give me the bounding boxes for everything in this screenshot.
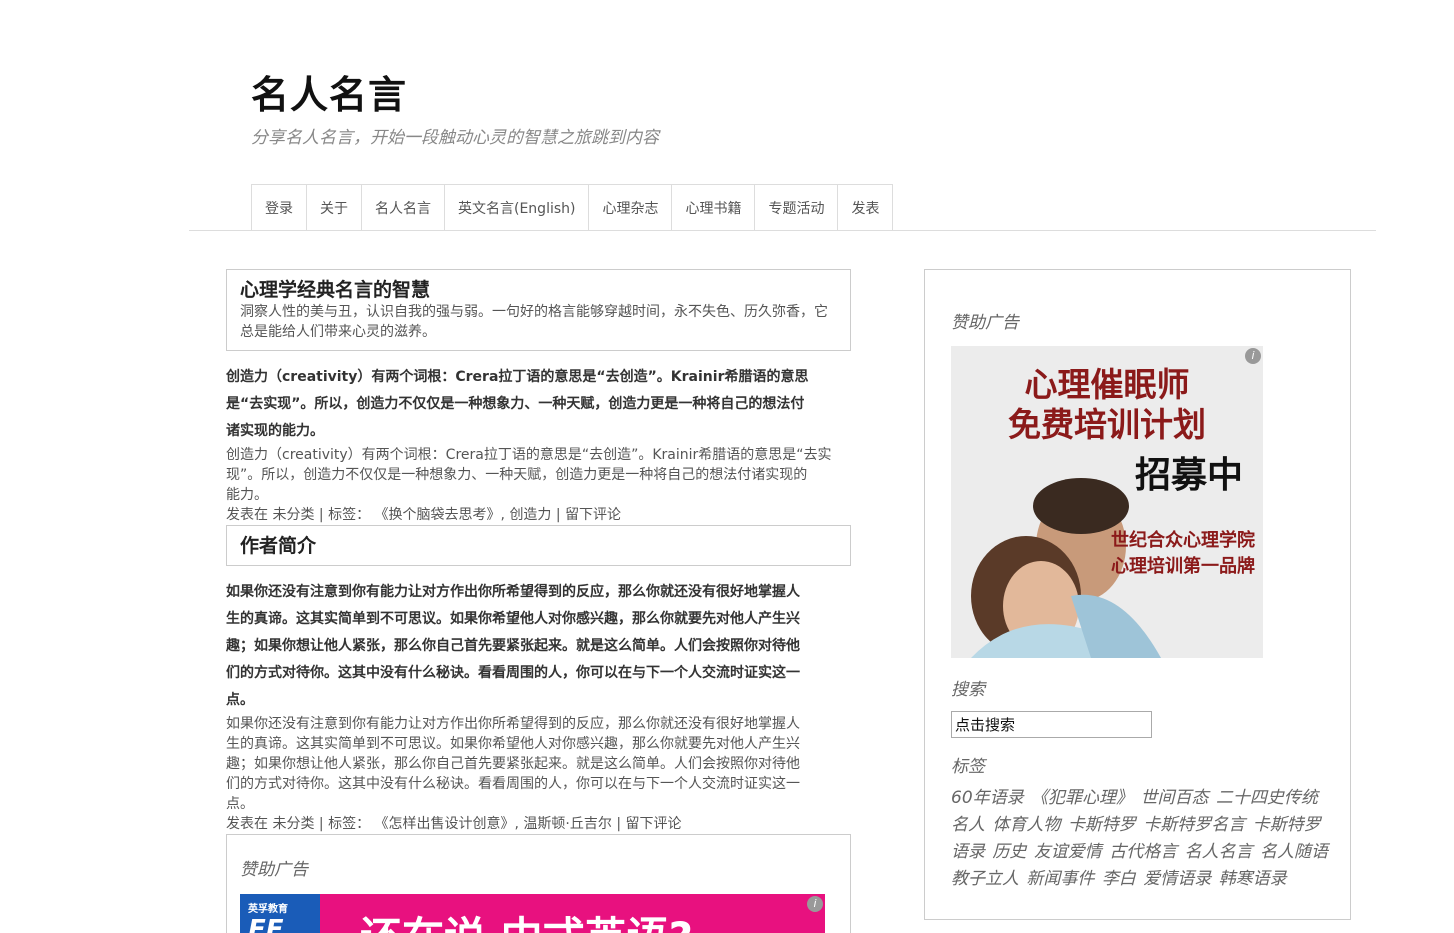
tag-item[interactable]: 教子立人 (951, 869, 1019, 889)
post2-body-line: 们的方式对待你。这其中没有什么秘诀。看看周围的人，你可以在与下一个人交流时证实这… (226, 776, 800, 792)
tag-item[interactable]: 爱情语录 (1143, 869, 1211, 889)
ef-ad-banner[interactable]: 英孚教育 EF 还在说 中式英语? i (240, 894, 825, 933)
ef-logo: 英孚教育 EF (240, 894, 320, 933)
post1-body-line: 创造力（creativity）有两个词根：Crera拉丁语的意思是“去创造”。K… (226, 447, 832, 463)
post2-excerpt-line: 如果你还没有注意到你有能力让对方作出你所希望得到的反应，那么你就还没有很好地掌握… (226, 584, 800, 600)
post1-body-line: 能力。 (226, 487, 268, 503)
ad-headline: 还在说 中式英语? (360, 904, 693, 933)
post2-body-line: 趣；如果你想让他人紧张，那么你自己首先要紧张起来。就是这么简单。人们会按照你对待… (226, 756, 800, 772)
meta-separator: | (314, 816, 329, 832)
ad-brand1: 世纪合众心理学院 (1111, 530, 1255, 551)
ad-info-icon[interactable]: i (807, 896, 823, 912)
tags-title: 标签 (951, 757, 985, 777)
nav-item-magazine[interactable]: 心理杂志 (589, 184, 673, 231)
post1-excerpt-line: 是“去实现”。所以，创造力不仅仅是一种想象力、一种天赋，创造力更是一种将自己的想… (226, 396, 805, 412)
site-header: 名人名言 分享名人名言，开始一段触动心灵的智慧之旅跳到内容 登录 关于 名人名言… (0, 0, 1454, 231)
ad-info-icon[interactable]: i (1245, 348, 1261, 364)
intro-text: 洞察人性的美与丑，认识自我的强与弱。一句好的格言能够穿越时间，永不失色、历久弥香… (240, 304, 828, 340)
post2-body-line: 如果你还没有注意到你有能力让对方作出你所希望得到的反应，那么你就还没有很好地掌握… (226, 716, 800, 732)
comment-link[interactable]: 留下评论 (626, 816, 682, 832)
tag-item[interactable]: 历史 (992, 842, 1026, 862)
ef-logo-big-text: EF (248, 915, 284, 933)
tag-item[interactable]: 古代格言 (1109, 842, 1177, 862)
hypnotist-ad[interactable]: 心理催眠师 免费培训计划 招募中 世纪合众心理学院 心理培训第一品牌 i (951, 346, 1263, 658)
tag-item[interactable]: 世间百态 (1140, 788, 1208, 808)
tag-link[interactable]: 《换个脑袋去思考》 (375, 507, 501, 523)
category-link[interactable]: 未分类 (272, 816, 314, 832)
post2-excerpt[interactable]: 如果你还没有注意到你有能力让对方作出你所希望得到的反应，那么你就还没有很好地掌握… (226, 579, 851, 714)
header-divider (189, 230, 1376, 231)
post1-body-line: 现”。所以，创造力不仅仅是一种想象力、一种天赋，创造力更是一种将自己的想法付诸实… (226, 467, 808, 483)
post2-meta: 发表在 未分类 | 标签： 《怎样出售设计创意》, 温斯顿·丘吉尔 | 留下评论 (226, 816, 682, 832)
post2-excerpt-line: 们的方式对待你。这其中没有什么秘诀。看看周围的人，你可以在与下一个人交流时证实这… (226, 665, 800, 681)
ad-brand2: 心理培训第一品牌 (1111, 556, 1255, 577)
nav-item-about[interactable]: 关于 (307, 184, 362, 231)
site-title[interactable]: 名人名言 (251, 64, 407, 119)
nav-item-publish[interactable]: 发表 (838, 184, 894, 231)
tags-label: 标签： (328, 816, 371, 832)
main-ad-title: 赞助广告 (240, 860, 308, 880)
tag-link[interactable]: 创造力 (509, 507, 551, 523)
tag-cloud: 60年语录 《犯罪心理》 世间百态 二十四史传统 名人 体育人物 卡斯特罗 卡斯… (951, 785, 1336, 893)
post2-excerpt-line: 生的真谛。这其实简单到不可思议。如果你希望他人对你感兴趣，那么你就要先对他人产生… (226, 611, 800, 627)
tag-item[interactable]: 李白 (1102, 869, 1136, 889)
tag-item[interactable]: 60年语录 (951, 788, 1024, 808)
posted-in-label: 发表在 (226, 507, 268, 523)
post2-body-line: 点。 (226, 796, 254, 812)
sidebar: 赞助广告 心理催眠师 免费培训计划 招募中 世纪合众心理学院 心理培训第一品牌 … (924, 269, 1351, 920)
tag-link[interactable]: 《怎样出售设计创意》 (375, 816, 515, 832)
tag-item[interactable]: 二十四史传统 (1216, 788, 1318, 808)
main-nav: 登录 关于 名人名言 英文名言(English) 心理杂志 心理书籍 专题活动 … (251, 184, 894, 231)
meta-separator: | (551, 507, 566, 523)
tag-item[interactable]: 卡斯特罗 (1253, 815, 1321, 835)
post1-excerpt-line: 诸实现的能力。 (226, 423, 324, 439)
post1-meta: 发表在 未分类 | 标签： 《换个脑袋去思考》, 创造力 | 留下评论 (226, 507, 622, 523)
post2-body: 如果你还没有注意到你有能力让对方作出你所希望得到的反应，那么你就还没有很好地掌握… (226, 714, 851, 814)
tag-item[interactable]: 名人随语 (1260, 842, 1328, 862)
author-title: 作者简介 (240, 535, 317, 557)
nav-item-books[interactable]: 心理书籍 (672, 184, 756, 231)
tag-item[interactable]: 《犯罪心理》 (1031, 788, 1133, 808)
main-content: 心理学经典名言的智慧 洞察人性的美与丑，认识自我的强与弱。一句好的格言能够穿越时… (226, 269, 851, 933)
intro-box: 心理学经典名言的智慧 洞察人性的美与丑，认识自我的强与弱。一句好的格言能够穿越时… (226, 269, 851, 351)
tag-item[interactable]: 新闻事件 (1026, 869, 1094, 889)
tag-item[interactable]: 卡斯特罗 (1068, 815, 1136, 835)
intro-title: 心理学经典名言的智慧 (240, 279, 431, 301)
tag-item[interactable]: 名人 (951, 815, 985, 835)
search-title: 搜索 (951, 680, 985, 700)
category-link[interactable]: 未分类 (272, 507, 314, 523)
tag-item[interactable]: 名人名言 (1185, 842, 1253, 862)
posted-in-label: 发表在 (226, 816, 268, 832)
nav-item-login[interactable]: 登录 (252, 184, 307, 231)
comment-link[interactable]: 留下评论 (565, 507, 621, 523)
tag-item[interactable]: 韩寒语录 (1219, 869, 1287, 889)
meta-separator: | (611, 816, 626, 832)
post1-excerpt[interactable]: 创造力（creativity）有两个词根：Crera拉丁语的意思是“去创造”。K… (226, 364, 851, 445)
nav-item-quotes[interactable]: 名人名言 (362, 184, 445, 231)
tag-link[interactable]: 温斯顿·丘吉尔 (523, 816, 611, 832)
tag-item[interactable]: 友谊爱情 (1034, 842, 1102, 862)
post2-excerpt-line: 趣；如果你想让他人紧张，那么你自己首先要紧张起来。就是这么简单。人们会按照你对待… (226, 638, 800, 654)
post2-excerpt-line: 点。 (226, 692, 254, 708)
site-description: 分享名人名言，开始一段触动心灵的智慧之旅跳到内容 (251, 128, 659, 148)
author-box: 作者简介 (226, 525, 851, 566)
post2-body-line: 生的真谛。这其实简单到不可思议。如果你希望他人对你感兴趣，那么你就要先对他人产生… (226, 736, 800, 752)
ef-logo-small-text: 英孚教育 (248, 904, 288, 915)
meta-separator: | (314, 507, 329, 523)
ad-line2: 免费培训计划 (1008, 405, 1206, 444)
tags-label: 标签： (328, 507, 371, 523)
main-ad-widget: 赞助广告 英孚教育 EF 还在说 中式英语? i (226, 834, 851, 933)
nav-item-english[interactable]: 英文名言(English) (445, 184, 590, 231)
tag-item[interactable]: 语录 (951, 842, 985, 862)
search-input[interactable] (951, 711, 1152, 738)
tag-item[interactable]: 卡斯特罗名言 (1143, 815, 1245, 835)
tag-item[interactable]: 体育人物 (992, 815, 1060, 835)
sidebar-ad-title: 赞助广告 (951, 313, 1019, 333)
post1-body: 创造力（creativity）有两个词根：Crera拉丁语的意思是“去创造”。K… (226, 445, 851, 505)
nav-item-events[interactable]: 专题活动 (755, 184, 839, 231)
post1-excerpt-line: 创造力（creativity）有两个词根：Crera拉丁语的意思是“去创造”。K… (226, 369, 809, 385)
